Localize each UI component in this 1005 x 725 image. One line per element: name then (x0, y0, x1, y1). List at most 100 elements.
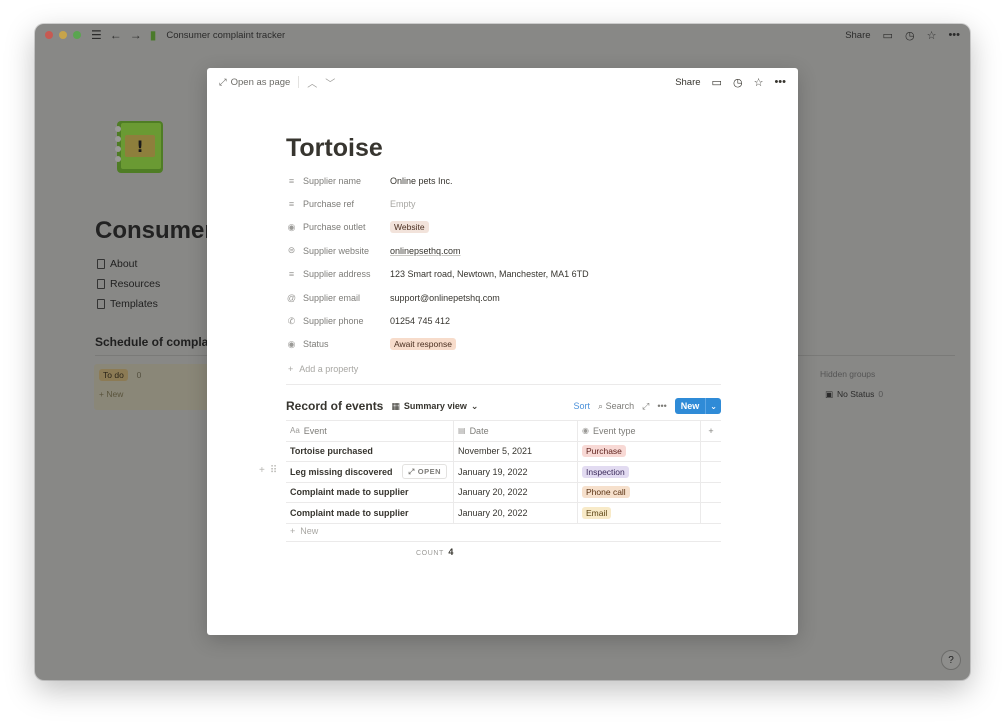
book-icon: ▮ (149, 28, 157, 42)
property-purchase-outlet[interactable]: ◉ Purchase outlet Website (286, 216, 721, 239)
table-row[interactable]: Leg missing discovered ⤢ OPEN January 19,… (286, 462, 721, 483)
divider (286, 384, 721, 385)
search-button[interactable]: ⌕ Search (598, 401, 634, 412)
link-resources[interactable]: Resources (97, 274, 160, 294)
event-type-tag: Phone call (582, 486, 630, 499)
date-cell[interactable]: January 20, 2022 (454, 503, 578, 523)
event-type-cell[interactable]: Email (578, 503, 701, 523)
table-row[interactable]: Complaint made to supplier January 20, 2… (286, 482, 721, 503)
date-cell[interactable]: January 19, 2022 (454, 462, 578, 482)
clock-icon[interactable]: ◷ (733, 76, 743, 89)
link-templates[interactable]: Templates (97, 294, 160, 314)
help-button[interactable]: ? (941, 650, 961, 670)
link-about[interactable]: About (97, 254, 160, 274)
phone-value[interactable]: 01254 745 412 (390, 316, 450, 326)
menu-icon[interactable]: ☰ (91, 29, 102, 41)
open-as-page-button[interactable]: ⤢ Open as page (219, 77, 290, 88)
event-type-cell[interactable]: Phone call (578, 482, 701, 502)
more-icon[interactable]: ••• (774, 76, 786, 88)
property-supplier-website[interactable]: ⊜ Supplier website onlinepsethq.com (286, 239, 721, 262)
more-icon[interactable]: ••• (948, 29, 960, 41)
event-type-cell[interactable]: Purchase (578, 441, 701, 461)
view-selector[interactable]: ▦ Summary view ⌄ (391, 401, 478, 412)
event-cell[interactable]: Complaint made to supplier (286, 503, 454, 523)
star-icon[interactable]: ☆ (754, 76, 764, 89)
new-row-button[interactable]: + New (286, 521, 721, 542)
document-icon (97, 259, 105, 269)
forward-arrow-icon[interactable]: → (130, 29, 142, 41)
website-link[interactable]: onlinepsethq.com (390, 246, 461, 256)
clock-icon[interactable]: ◷ (905, 29, 915, 42)
todo-group-label[interactable]: To do (99, 369, 128, 381)
property-value[interactable]: Empty (390, 199, 416, 209)
empty-cell (701, 442, 721, 462)
minimize-window-button[interactable] (59, 31, 67, 39)
chevron-up-icon[interactable]: ︿ (307, 75, 317, 90)
table-row[interactable]: Tortoise purchased November 5, 2021 Purc… (286, 441, 721, 462)
property-value[interactable]: Online pets Inc. (390, 176, 453, 186)
events-table: Aa Event ▤ Date ◉ Event type + Tortoise pur… (286, 420, 721, 524)
property-purchase-ref[interactable]: ≡ Purchase ref Empty (286, 192, 721, 215)
no-status-group[interactable]: ▣ No Status 0 (825, 389, 883, 400)
email-value[interactable]: support@onlinepetshq.com (390, 293, 500, 303)
chevron-down-icon[interactable]: ⌄ (705, 398, 721, 414)
database-title[interactable]: Record of events (286, 399, 383, 413)
event-cell[interactable]: Tortoise purchased (286, 441, 454, 461)
more-icon[interactable]: ••• (657, 401, 666, 411)
add-property-button[interactable]: + Add a property (286, 356, 721, 381)
open-record-button[interactable]: ⤢ OPEN (402, 464, 447, 479)
status-badge[interactable]: Await response (390, 338, 456, 351)
empty-cell (701, 503, 721, 523)
event-type-tag: Purchase (582, 445, 626, 458)
comment-icon[interactable]: ▭ (712, 76, 722, 89)
add-column-button[interactable]: + (701, 421, 721, 441)
property-supplier-phone[interactable]: ✆ Supplier phone 01254 745 412 (286, 309, 721, 332)
select-property-icon: ◉ (582, 426, 589, 436)
property-status[interactable]: ◉ Status Await response (286, 333, 721, 356)
link-icon: ⊜ (287, 245, 296, 256)
row-handle[interactable]: + ⠿ (259, 465, 277, 476)
back-arrow-icon[interactable]: ← (110, 29, 122, 41)
empty-cell (701, 462, 721, 482)
database-header: Record of events ▦ Summary view ⌄ Sort ⌕… (286, 396, 721, 416)
expand-icon: ⤢ (408, 466, 415, 476)
table-icon: ▦ (391, 400, 400, 411)
property-supplier-address[interactable]: ≡ Supplier address 123 Smart road, Newtow… (286, 263, 721, 286)
date-cell[interactable]: November 5, 2021 (454, 441, 578, 461)
event-cell[interactable]: Leg missing discovered ⤢ OPEN (286, 462, 454, 482)
event-type-cell[interactable]: Inspection (578, 462, 701, 482)
chevron-down-icon[interactable]: ﹀ (325, 75, 335, 90)
column-header-date[interactable]: ▤ Date (454, 421, 578, 441)
share-button[interactable]: Share (675, 77, 700, 88)
text-property-icon: ≡ (288, 199, 295, 210)
property-supplier-name[interactable]: ≡ Supplier name Online pets Inc. (286, 169, 721, 192)
property-supplier-email[interactable]: @ Supplier email support@onlinepetshq.com (286, 286, 721, 309)
table-header-row: Aa Event ▤ Date ◉ Event type + (286, 421, 721, 442)
comment-icon[interactable]: ▭ (883, 29, 893, 42)
star-icon[interactable]: ☆ (927, 29, 937, 42)
drag-handle-icon[interactable]: ⠿ (270, 465, 277, 476)
zoom-window-button[interactable] (73, 31, 81, 39)
property-value[interactable]: 123 Smart road, Newtown, Manchester, MA1… (390, 269, 589, 279)
sort-button[interactable]: Sort (574, 401, 591, 411)
page-title[interactable]: Tortoise (286, 134, 383, 163)
new-record-button[interactable]: New ⌄ (674, 398, 721, 414)
breadcrumb-page-title[interactable]: Consumer complaint tracker (166, 30, 285, 41)
search-icon: ⌕ (598, 400, 604, 411)
properties-list: ≡ Supplier name Online pets Inc. ≡ Purchas… (286, 169, 721, 381)
board-new-button[interactable]: + New (99, 389, 209, 399)
row-count: COUNT 4 (416, 547, 454, 557)
column-header-event-type[interactable]: ◉ Event type (578, 421, 701, 441)
event-cell[interactable]: Complaint made to supplier (286, 482, 454, 502)
todo-count: 0 (136, 370, 142, 380)
share-button[interactable]: Share (845, 30, 870, 41)
plus-icon[interactable]: + (259, 465, 265, 476)
date-cell[interactable]: January 20, 2022 (454, 482, 578, 502)
status-icon: ◉ (287, 338, 296, 349)
select-tag[interactable]: Website (390, 221, 429, 234)
chevron-down-icon: ⌄ (470, 400, 479, 411)
column-header-event[interactable]: Aa Event (286, 421, 454, 441)
expand-icon[interactable]: ⤢ (642, 401, 649, 412)
close-window-button[interactable] (45, 31, 53, 39)
select-property-icon: ◉ (287, 221, 296, 232)
